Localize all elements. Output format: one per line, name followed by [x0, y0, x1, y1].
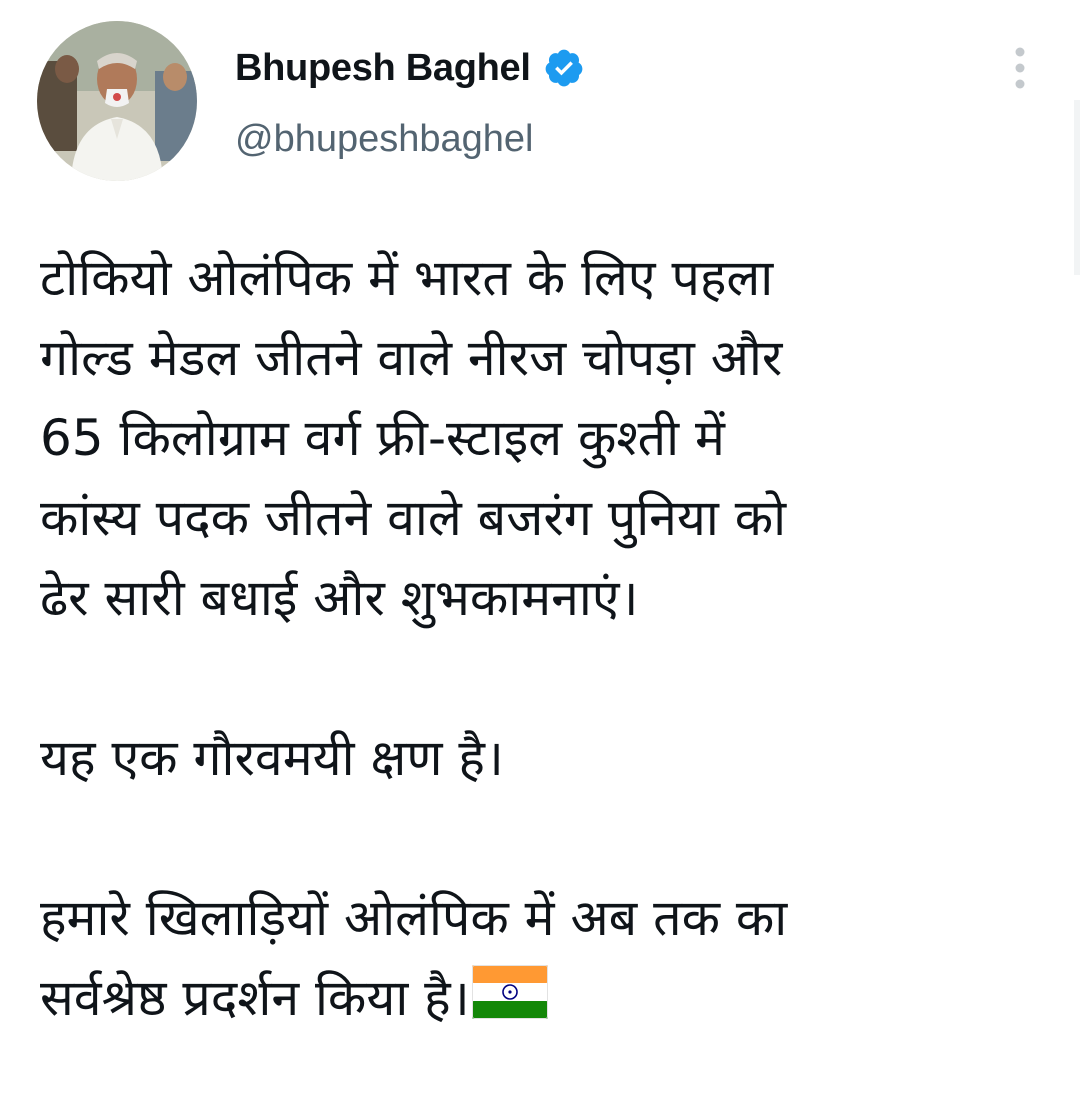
india-flag-icon	[471, 965, 548, 1019]
text-line: कांस्य पदक जीतने वाले बजरंग पुनिया को	[40, 489, 787, 547]
text-line: 65 किलोग्राम वर्ग फ्री-स्टाइल कुश्ती में	[40, 409, 725, 467]
author-name-row: Bhupesh Baghel	[235, 44, 585, 92]
display-name[interactable]: Bhupesh Baghel	[235, 47, 531, 90]
text-line: सर्वश्रेष्ठ प्रदर्शन किया है।	[40, 969, 470, 1027]
author-handle[interactable]: @bhupeshbaghel	[235, 118, 534, 161]
text-line: ढेर सारी बधाई और शुभकामनाएं।	[40, 569, 639, 627]
profile-photo	[37, 21, 197, 181]
text-line: हमारे खिलाड़ियों ओलंपिक में अब तक का	[40, 889, 788, 947]
tweet-paragraph: यह एक गौरवमयी क्षण है।	[40, 718, 1050, 798]
tweet-paragraph: हमारे खिलाड़ियों ओलंपिक में अब तक का सर्…	[40, 878, 1050, 1038]
adjacent-panel-edge	[1074, 100, 1080, 275]
tweet: Bhupesh Baghel @bhupeshbaghel टोकियो ओलं…	[0, 0, 1080, 1097]
verified-badge-icon	[545, 49, 582, 87]
text-line-with-flag: सर्वश्रेष्ठ प्रदर्शन किया है।	[40, 958, 1050, 1038]
tweet-paragraph: टोकियो ओलंपिक में भारत के लिए पहला गोल्ड…	[40, 238, 1050, 638]
text-line: टोकियो ओलंपिक में भारत के लिए पहला	[40, 249, 774, 307]
more-vertical-icon[interactable]	[1000, 44, 1040, 92]
avatar[interactable]	[37, 21, 197, 181]
text-line: गोल्ड मेडल जीतने वाले नीरज चोपड़ा और	[40, 329, 783, 387]
tweet-text: टोकियो ओलंपिक में भारत के लिए पहला गोल्ड…	[40, 238, 1050, 1038]
text-line: यह एक गौरवमयी क्षण है।	[40, 729, 504, 787]
